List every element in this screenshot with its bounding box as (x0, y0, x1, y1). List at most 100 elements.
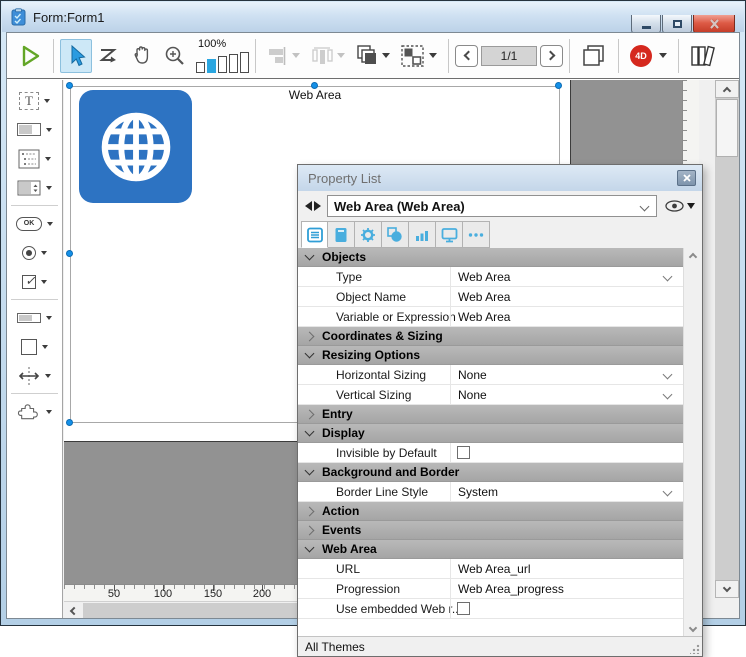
chevron-down-icon[interactable] (663, 272, 673, 282)
property-list-scrollbar[interactable] (683, 248, 702, 636)
property-value[interactable]: Web Area (458, 270, 510, 284)
tab-behavior[interactable] (355, 221, 382, 248)
level-button[interactable] (350, 39, 395, 73)
resize-grip[interactable] (690, 644, 700, 654)
chevron-down-icon[interactable] (305, 427, 315, 437)
pan-tool-button[interactable] (126, 39, 158, 73)
chevron-down-icon[interactable] (45, 157, 51, 161)
previous-object-icon[interactable] (305, 201, 312, 211)
chevron-up-icon[interactable] (689, 253, 697, 261)
chevron-down-icon[interactable] (689, 624, 697, 632)
property-list-close-button[interactable] (677, 170, 696, 186)
chevron-right-icon[interactable] (305, 506, 315, 516)
chevron-down-icon[interactable] (663, 370, 673, 380)
next-object-icon[interactable] (314, 201, 321, 211)
tab-appearance[interactable] (382, 221, 409, 248)
chevron-down-icon[interactable] (305, 466, 315, 476)
zoom-bar-3[interactable] (218, 56, 227, 73)
section-header[interactable]: Coordinates & Sizing (298, 327, 683, 346)
selection-handle[interactable] (66, 419, 73, 426)
scroll-up-button[interactable] (715, 80, 739, 98)
chevron-down-icon[interactable] (45, 374, 51, 378)
scroll-left-button[interactable] (64, 602, 81, 618)
property-value[interactable]: Web Area (458, 310, 510, 324)
section-header[interactable]: Resizing Options (298, 346, 683, 365)
chevron-down-icon[interactable] (41, 251, 47, 255)
tab-display[interactable] (436, 221, 463, 248)
selection-handle[interactable] (66, 82, 73, 89)
sidebar-tool-button[interactable]: OK (7, 209, 62, 238)
property-value[interactable]: Web Area_progress (458, 582, 564, 596)
chevron-right-icon[interactable] (305, 409, 315, 419)
execute-form-button[interactable] (15, 39, 47, 73)
form-pages-button[interactable] (576, 39, 612, 73)
chevron-down-icon[interactable] (305, 543, 315, 553)
sidebar-tool-rectangle[interactable] (7, 332, 62, 361)
sidebar-tool-radio-button[interactable] (7, 238, 62, 267)
previous-page-button[interactable] (455, 45, 478, 67)
sidebar-tool-hierarchical-list[interactable] (7, 144, 62, 173)
section-header[interactable]: Objects (298, 248, 683, 267)
chevron-down-icon[interactable] (42, 345, 48, 349)
selection-handle[interactable] (311, 82, 318, 89)
view-options[interactable] (665, 200, 695, 212)
library-button[interactable] (685, 39, 723, 73)
chevron-down-icon[interactable] (46, 410, 52, 414)
selection-handle[interactable] (555, 82, 562, 89)
property-value[interactable]: Web Area_url (458, 562, 531, 576)
object-selector-dropdown[interactable]: Web Area (Web Area) (327, 195, 657, 217)
selection-tool-button[interactable] (60, 39, 92, 73)
insert-object-dropdown-arrow[interactable] (659, 53, 667, 58)
zoom-bar-5[interactable] (240, 52, 249, 73)
section-header[interactable]: Entry (298, 405, 683, 424)
section-header[interactable]: Background and Border (298, 463, 683, 482)
tab-more[interactable] (463, 221, 490, 248)
property-value[interactable]: System (458, 485, 498, 499)
chevron-down-icon[interactable] (663, 390, 673, 400)
sidebar-tool-input[interactable] (7, 115, 62, 144)
property-value[interactable]: None (458, 388, 487, 402)
sidebar-tool-text[interactable]: T (7, 86, 62, 115)
sidebar-tool-plugin-area[interactable] (7, 397, 62, 426)
selection-handle[interactable] (66, 250, 73, 257)
chevron-down-icon[interactable] (46, 128, 52, 132)
section-header[interactable]: Web Area (298, 540, 683, 559)
scroll-down-button[interactable] (715, 580, 739, 598)
zoom-bar-4[interactable] (229, 54, 238, 73)
chevron-down-icon[interactable] (305, 349, 315, 359)
entry-order-tool-button[interactable] (92, 39, 126, 73)
property-checkbox[interactable] (457, 446, 470, 459)
sidebar-tool-combo-box[interactable] (7, 173, 62, 202)
tab-chart[interactable] (409, 221, 436, 248)
view-options-dropdown-arrow[interactable] (687, 203, 695, 209)
chevron-down-icon[interactable] (41, 280, 47, 284)
tab-object[interactable] (328, 221, 355, 248)
insert-4d-object-button[interactable]: 4D (625, 39, 672, 73)
vertical-scrollbar[interactable] (715, 80, 739, 598)
chevron-down-icon[interactable] (47, 222, 53, 226)
property-value[interactable]: None (458, 368, 487, 382)
section-header[interactable]: Display (298, 424, 683, 443)
chevron-down-icon[interactable] (663, 487, 673, 497)
moving-dropdown-arrow[interactable] (429, 53, 437, 58)
tab-all-properties[interactable] (301, 221, 328, 248)
zoom-bar-1[interactable] (196, 62, 205, 73)
sidebar-tool-checkbox[interactable]: ✓ (7, 267, 62, 296)
chevron-right-icon[interactable] (305, 331, 315, 341)
moving-button[interactable] (395, 39, 442, 73)
zoom-tool-button[interactable] (158, 39, 192, 73)
section-header[interactable]: Action (298, 502, 683, 521)
next-page-button[interactable] (540, 45, 563, 67)
chevron-down-icon[interactable] (46, 186, 52, 190)
chevron-right-icon[interactable] (305, 525, 315, 535)
property-checkbox[interactable] (457, 602, 470, 615)
zoom-bar-2-active[interactable] (207, 59, 216, 73)
property-value[interactable]: Web Area (458, 290, 510, 304)
level-dropdown-arrow[interactable] (382, 53, 390, 58)
sidebar-tool-splitter[interactable] (7, 361, 62, 390)
chevron-down-icon[interactable] (46, 316, 52, 320)
vertical-scroll-thumb[interactable] (716, 99, 738, 157)
chevron-down-icon[interactable] (44, 99, 50, 103)
zoom-bars[interactable] (196, 52, 249, 73)
chevron-down-icon[interactable] (305, 251, 315, 261)
